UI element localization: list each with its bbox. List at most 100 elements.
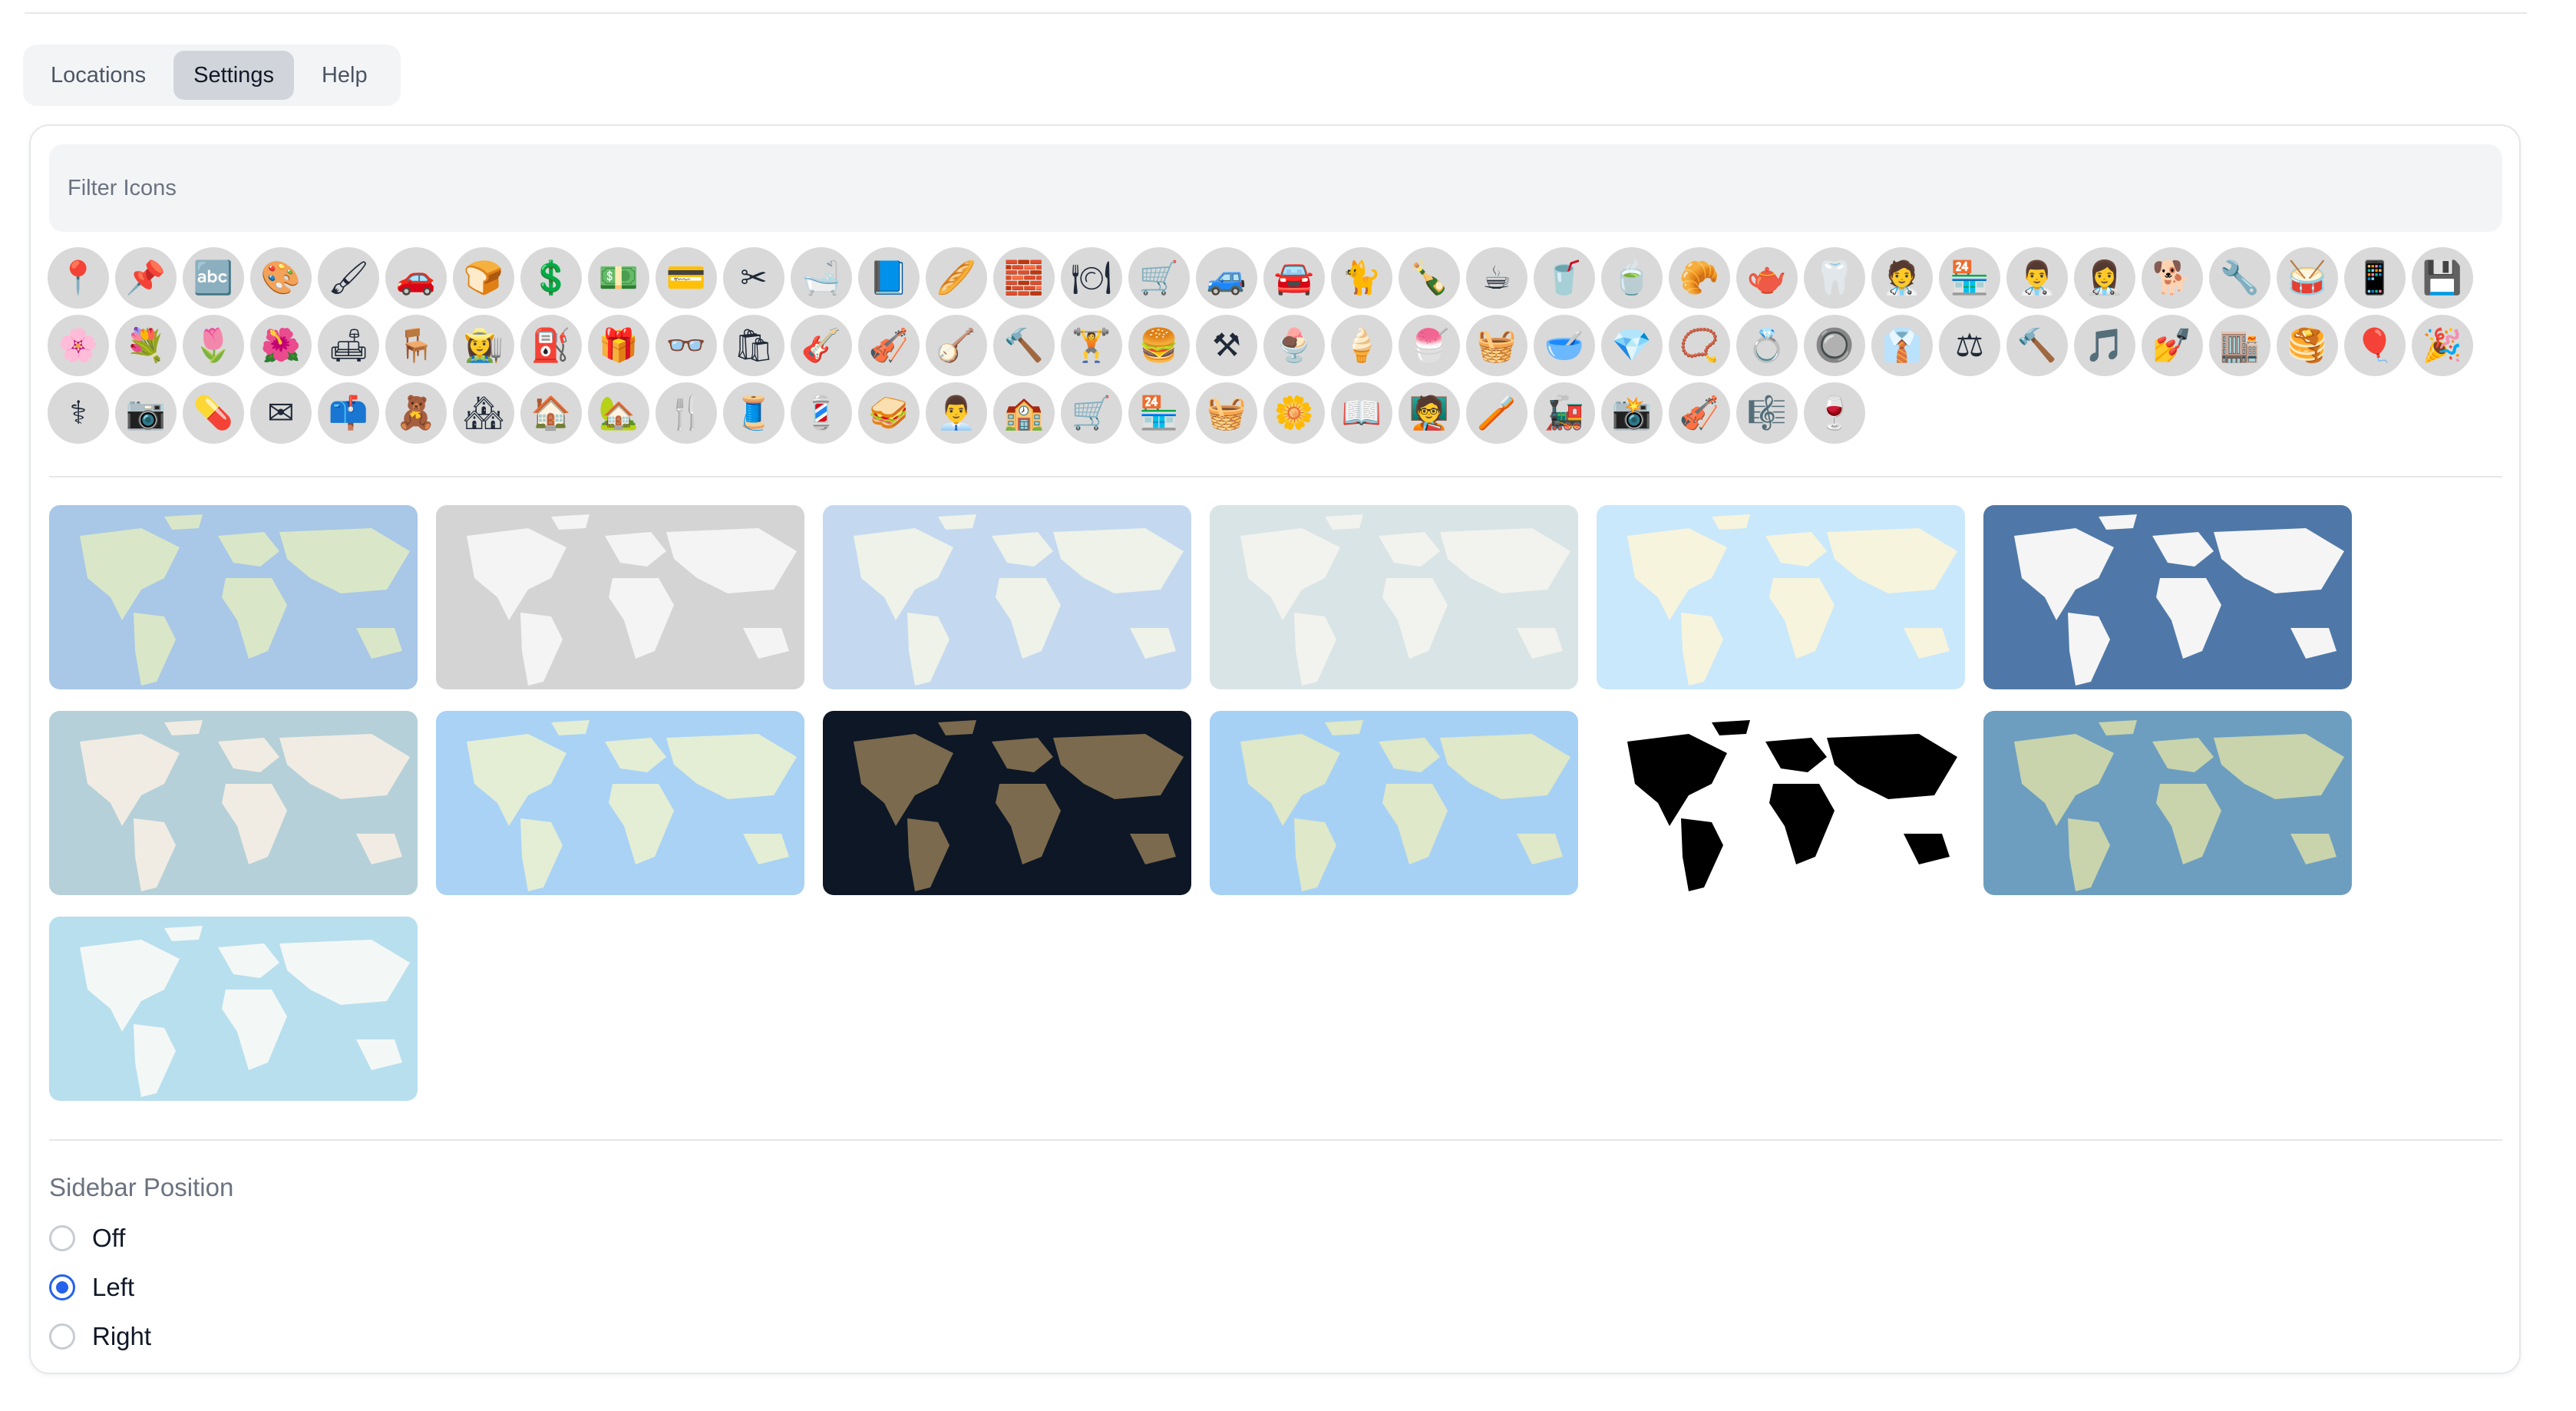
glasses-icon[interactable]: 👓 (656, 315, 717, 376)
chip-icon[interactable]: 💾 (2412, 247, 2473, 309)
basket-icon[interactable]: 🧺 (1466, 315, 1527, 376)
doctor-icon[interactable]: 🧑‍⚕️ (1871, 247, 1933, 309)
devices-icon[interactable]: 📱 (2344, 247, 2406, 309)
map-style-4[interactable] (1210, 505, 1578, 689)
sofa-icon[interactable]: 🛋 (318, 315, 379, 376)
tailor-icon[interactable]: 🧵 (723, 382, 784, 444)
dumbbell-icon[interactable]: 🏋 (1061, 315, 1122, 376)
chair-icon[interactable]: 🪑 (385, 315, 447, 376)
toothbrush-icon[interactable]: 🪥 (1466, 382, 1527, 444)
filter-icons-input[interactable] (49, 144, 2502, 232)
dentist-icon[interactable]: 🦷 (1804, 247, 1865, 309)
cat-icon[interactable]: 🐈 (1331, 247, 1392, 309)
tulip-icon[interactable]: 🌷 (183, 315, 244, 376)
cabin-icon[interactable]: 🏡 (588, 382, 649, 444)
electric-guitar-icon[interactable]: 🎸 (791, 315, 852, 376)
sidebar-option-right[interactable]: Right (49, 1322, 151, 1351)
map-style-6[interactable] (1983, 505, 2352, 689)
map-style-10[interactable] (1210, 711, 1578, 895)
dog-icon[interactable]: 🐕 (2142, 247, 2203, 309)
champagne-icon[interactable]: 🍾 (1399, 247, 1460, 309)
map-style-9[interactable] (823, 711, 1191, 895)
shopping-cart-icon[interactable]: 🛒 (1128, 247, 1190, 309)
scales-icon[interactable]: ⚖ (1939, 315, 2000, 376)
map-style-13[interactable] (49, 917, 418, 1101)
real-estate-icon[interactable]: 🏘 (453, 382, 514, 444)
radio-left[interactable] (49, 1274, 75, 1300)
map-style-8[interactable] (436, 711, 804, 895)
car-wash-icon[interactable]: 🚗 (385, 247, 447, 309)
health-worker-icon[interactable]: 👩‍⚕️ (2074, 247, 2135, 309)
map-style-12[interactable] (1983, 711, 2352, 895)
violin-icon[interactable]: 🎻 (1669, 382, 1730, 444)
abc-icon[interactable]: 🔤 (183, 247, 244, 309)
ring-icon[interactable]: 💍 (1736, 315, 1798, 376)
toy-stacker-icon[interactable]: 🧸 (385, 382, 447, 444)
map-style-1[interactable] (49, 505, 418, 689)
sidebar-option-left[interactable]: Left (49, 1273, 134, 1302)
sandwich-icon[interactable]: 🥪 (858, 382, 920, 444)
book-icon[interactable]: 📘 (858, 247, 920, 309)
map-style-7[interactable] (49, 711, 418, 895)
nurse-icon[interactable]: 👨‍⚕️ (2006, 247, 2068, 309)
music-icon[interactable]: 🎵 (2074, 315, 2135, 376)
necklace-icon[interactable]: 📿 (1669, 315, 1730, 376)
sunflower-icon[interactable]: 🌼 (1263, 382, 1325, 444)
barber-icon[interactable]: 💈 (791, 382, 852, 444)
pharmacy-icon[interactable]: ⚕ (48, 382, 109, 444)
drum-icon[interactable]: 🥁 (2277, 247, 2338, 309)
drill-icon[interactable]: 🔧 (2209, 247, 2271, 309)
plate-icon[interactable]: 🍽 (1061, 247, 1122, 309)
gem-icon[interactable]: 💎 (1601, 315, 1663, 376)
car-repair-icon[interactable]: 🚙 (1196, 247, 1257, 309)
hammer-icon[interactable]: ⚒ (1196, 315, 1257, 376)
gardener-icon[interactable]: 👩‍🌾 (453, 315, 514, 376)
open-book-icon[interactable]: 📖 (1331, 382, 1392, 444)
party-popper-icon[interactable]: 🎉 (2412, 315, 2473, 376)
school-icon[interactable]: 🏫 (993, 382, 1055, 444)
house-icon[interactable]: 🏠 (520, 382, 582, 444)
soft-serve-icon[interactable]: 🍧 (1399, 315, 1460, 376)
bathtub-icon[interactable]: 🛁 (791, 247, 852, 309)
credit-card-icon[interactable]: 💳 (656, 247, 717, 309)
dollar-icon[interactable]: 💲 (520, 247, 582, 309)
sidebar-option-off[interactable]: Off (49, 1224, 125, 1253)
pancakes-icon[interactable]: 🥞 (2277, 315, 2338, 376)
envelope-icon[interactable]: ✉ (250, 382, 312, 444)
takeaway-coffee-icon[interactable]: 🥤 (1534, 247, 1595, 309)
croissant-icon[interactable]: 🥐 (1669, 247, 1730, 309)
scissors-icon[interactable]: ✂ (723, 247, 784, 309)
bread-icon[interactable]: 🥖 (926, 247, 987, 309)
market-stall-icon[interactable]: 🏬 (2209, 315, 2271, 376)
blocks-icon[interactable]: 🧱 (993, 247, 1055, 309)
burger-icon[interactable]: 🍔 (1128, 315, 1190, 376)
map-pin-icon[interactable]: 📍 (48, 247, 109, 309)
map-style-11[interactable] (1597, 711, 1965, 895)
tea-cup-icon[interactable]: 🫖 (1736, 247, 1798, 309)
gavel-icon[interactable]: 🔨 (2006, 315, 2068, 376)
pill-icon[interactable]: 💊 (183, 382, 244, 444)
bakery-icon[interactable]: 🍞 (453, 247, 514, 309)
shop-counter-icon[interactable]: 🏪 (1939, 247, 2000, 309)
palette-icon[interactable]: 🎨 (250, 247, 312, 309)
toy-train-icon[interactable]: 🚂 (1534, 382, 1595, 444)
ice-cream-bowl-icon[interactable]: 🍨 (1263, 315, 1325, 376)
tab-locations[interactable]: Locations (31, 51, 166, 100)
fuel-pump-icon[interactable]: ⛽ (520, 315, 582, 376)
photo-camera-icon[interactable]: 📸 (1601, 382, 1663, 444)
coffee-cup-icon[interactable]: ☕ (1466, 247, 1527, 309)
map-style-3[interactable] (823, 505, 1191, 689)
round-pushpin-icon[interactable]: 📌 (115, 247, 177, 309)
violinist-icon[interactable]: 🎼 (1736, 382, 1798, 444)
bowl-icon[interactable]: 🥣 (1534, 315, 1595, 376)
shopping-basket-icon[interactable]: 🧺 (1196, 382, 1257, 444)
teacher-icon[interactable]: 🧑‍🏫 (1399, 382, 1460, 444)
nail-polish-icon[interactable]: 💅 (2142, 315, 2203, 376)
businessman-icon[interactable]: 👨‍💼 (926, 382, 987, 444)
bass-guitar-icon[interactable]: 🎻 (858, 315, 920, 376)
shopping-trolley-icon[interactable]: 🛒 (1061, 382, 1122, 444)
radio-off[interactable] (49, 1225, 75, 1251)
restaurant-icon[interactable]: 🍴 (656, 382, 717, 444)
gift-icon[interactable]: 🎁 (588, 315, 649, 376)
tab-help[interactable]: Help (302, 51, 388, 100)
